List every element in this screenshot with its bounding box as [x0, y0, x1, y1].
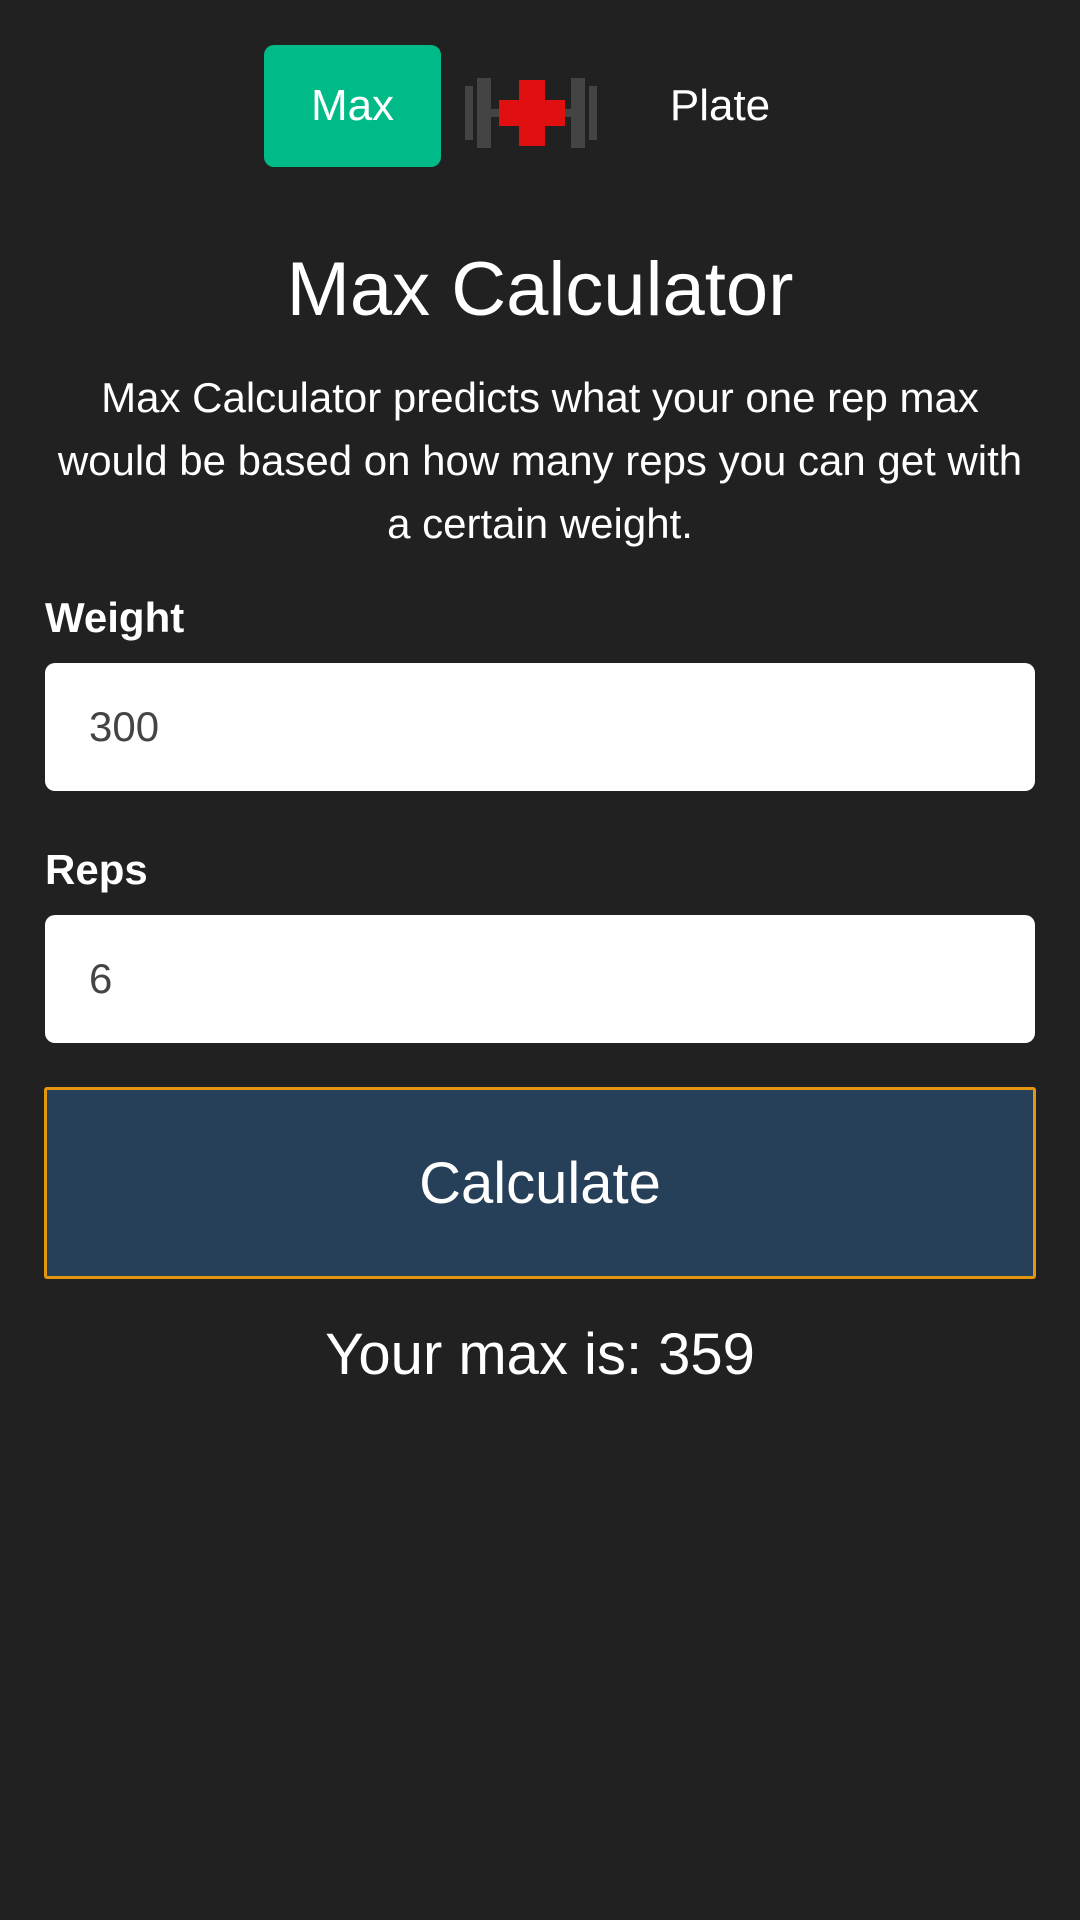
description: Max Calculator predicts what your one re…	[57, 374, 1023, 547]
max-result: Your max is: 359	[325, 1322, 755, 1387]
weight-input[interactable]	[45, 663, 1035, 791]
weight-label: Weight	[45, 594, 185, 641]
page-title: Max Calculator	[286, 247, 794, 332]
calculate-button[interactable]: Calculate	[44, 1087, 1036, 1279]
tab-max[interactable]: Max	[264, 45, 441, 167]
tab-plate[interactable]: Plate	[625, 45, 815, 167]
reps-label: Reps	[45, 846, 148, 893]
reps-input[interactable]	[45, 915, 1035, 1043]
top-nav: Max Plate	[0, 45, 1080, 167]
dumbbell-plus-icon	[465, 78, 597, 148]
max-calculator-page: Max Plate Max Calculator Max Calculator …	[0, 0, 1080, 1920]
